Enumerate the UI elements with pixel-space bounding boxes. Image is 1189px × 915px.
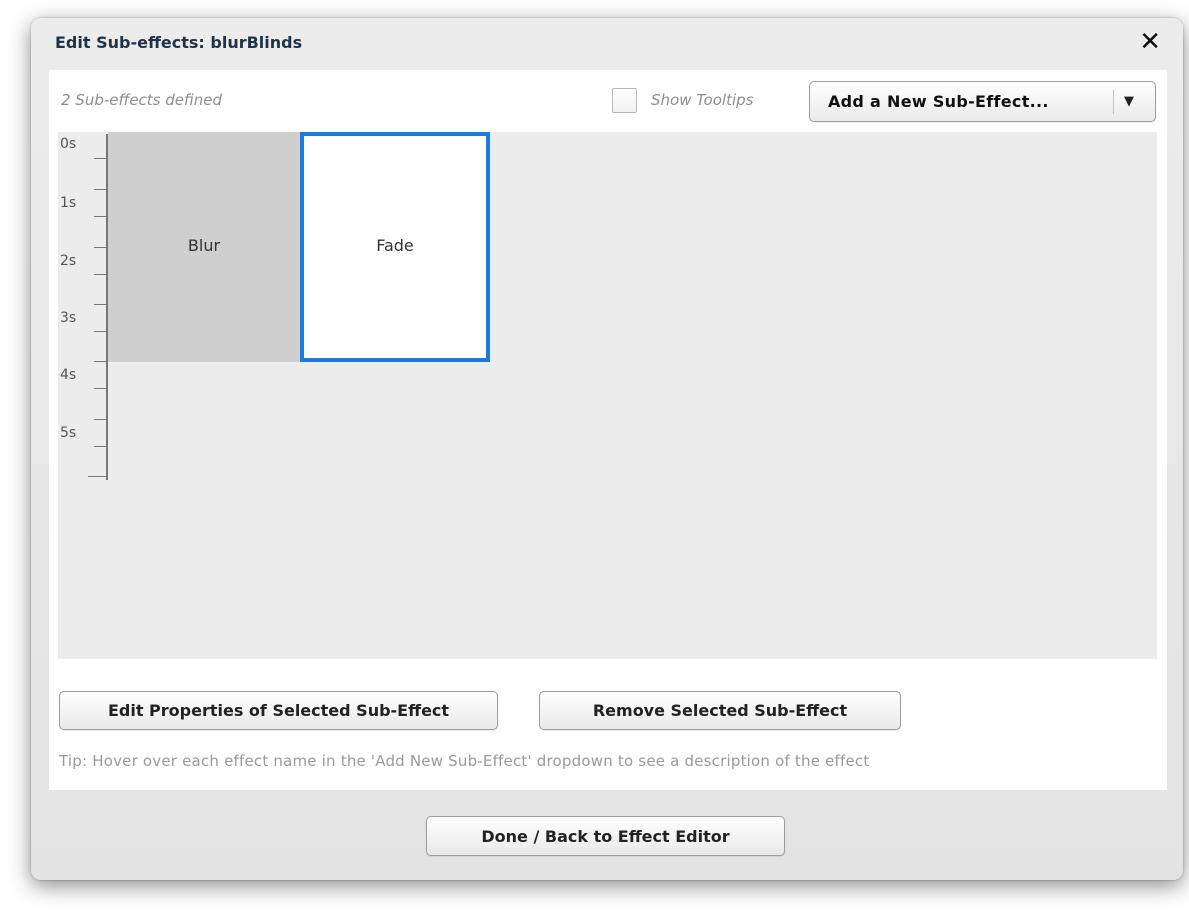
- done-button[interactable]: Done / Back to Effect Editor: [426, 816, 785, 856]
- sub-effect-blur[interactable]: Blur: [108, 132, 300, 362]
- edit-properties-button[interactable]: Edit Properties of Selected Sub-Effect: [59, 691, 498, 730]
- ruler-tick: [94, 446, 106, 447]
- add-sub-effect-dropdown[interactable]: Add a New Sub-Effect... ▼: [809, 81, 1156, 122]
- close-icon[interactable]: ✕: [1139, 28, 1161, 56]
- chevron-down-icon: ▼: [1124, 94, 1134, 109]
- sub-effect-blur-label: Blur: [187, 235, 221, 255]
- ruler-tick: [94, 361, 106, 362]
- ruler-tick: [94, 388, 106, 389]
- edit-sub-effects-dialog: Edit Sub-effects: blurBlinds ✕ 2 Sub-eff…: [31, 18, 1183, 880]
- show-tooltips-label[interactable]: Show Tooltips: [651, 91, 753, 109]
- ruler-tick: [88, 476, 106, 477]
- sub-effects-count: 2 Sub-effects defined: [61, 91, 222, 109]
- dropdown-separator: [1113, 90, 1114, 114]
- ruler-tick: [94, 189, 106, 190]
- add-sub-effect-label: Add a New Sub-Effect...: [828, 92, 1049, 111]
- tick-label-3s: 3s: [60, 310, 77, 326]
- ruler-tick: [94, 216, 106, 217]
- sub-effect-fade-selected[interactable]: Fade: [300, 132, 490, 362]
- tick-label-0s: 0s: [60, 136, 77, 152]
- tick-label-5s: 5s: [60, 425, 77, 441]
- show-tooltips-checkbox[interactable]: [612, 88, 637, 113]
- tick-label-1s: 1s: [60, 195, 77, 211]
- tip-text: Tip: Hover over each effect name in the …: [59, 752, 870, 770]
- ruler-tick: [94, 331, 106, 332]
- remove-sub-effect-button[interactable]: Remove Selected Sub-Effect: [539, 691, 901, 730]
- ruler-tick: [94, 158, 106, 159]
- tick-label-4s: 4s: [60, 367, 77, 383]
- sub-effect-timeline: 0s 1s 2s 3s 4s 5s Blur Fade: [58, 132, 1157, 659]
- sub-effects-panel: 2 Sub-effects defined Show Tooltips Add …: [49, 70, 1167, 790]
- ruler-tick: [94, 247, 106, 248]
- dialog-title: Edit Sub-effects: blurBlinds: [55, 33, 303, 52]
- tick-label-2s: 2s: [60, 253, 77, 269]
- ruler-tick: [94, 274, 106, 275]
- ruler-tick: [94, 304, 106, 305]
- sub-effect-fade-label: Fade: [376, 235, 414, 255]
- ruler-tick: [94, 419, 106, 420]
